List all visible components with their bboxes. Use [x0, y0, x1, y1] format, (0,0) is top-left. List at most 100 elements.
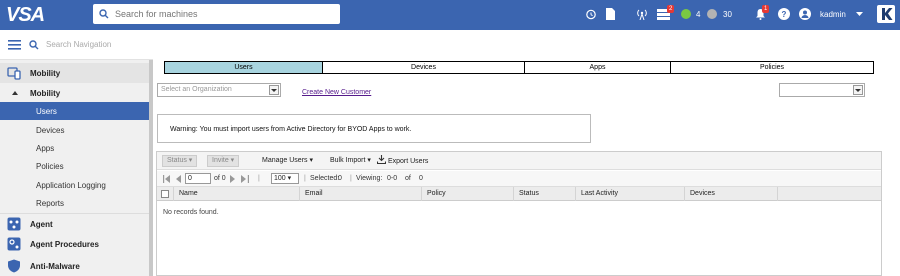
invite-button[interactable]: Invite ▾ [207, 155, 240, 167]
sidebar-item-apps[interactable]: Apps [0, 139, 149, 157]
sidebar-module-label: Agent Procedures [30, 240, 99, 249]
machine-search-input[interactable] [115, 7, 330, 21]
viewing-total: 0 [419, 175, 423, 182]
online-count: 4 [696, 10, 701, 19]
dropdown-arrow-icon [853, 85, 863, 95]
chevron-down-icon[interactable] [856, 12, 863, 17]
svg-text:?: ? [782, 10, 787, 19]
filter-select[interactable] [779, 83, 865, 97]
selected-count: 0 [338, 175, 342, 182]
next-page-icon[interactable] [230, 175, 236, 183]
invite-button-label: Invite [212, 157, 229, 164]
sidebar-item-policies[interactable]: Policies [0, 157, 149, 175]
sidebar-item-users[interactable]: Users [0, 102, 149, 120]
sidebar-item-label: Policies [36, 162, 64, 171]
page-size-value: 100 [274, 175, 286, 182]
manage-users-label: Manage Users [262, 157, 308, 164]
page-total-label: of 0 [214, 175, 226, 182]
network-antenna-icon[interactable] [636, 8, 648, 20]
document-icon[interactable] [605, 8, 615, 20]
prev-page-icon[interactable] [176, 175, 182, 183]
sidebar-item-label: Devices [36, 126, 65, 135]
kaseya-brand-button[interactable] [877, 5, 895, 23]
nav-search-bar: Search Navigation [0, 30, 153, 60]
username-label[interactable]: kadmin [820, 10, 846, 19]
organization-select-value: Select an Organization [161, 86, 232, 93]
nav-search-input[interactable]: Search Navigation [46, 40, 111, 49]
sidebar-module-agent-procedures[interactable]: Agent Procedures [0, 234, 149, 254]
sidebar-group-mobility[interactable]: Mobility [0, 83, 149, 103]
vsa-logo[interactable]: VSA [6, 4, 45, 27]
pager-separator: | [304, 175, 306, 182]
sidebar-group-label: Mobility [30, 89, 61, 98]
user-avatar-icon[interactable] [799, 8, 811, 20]
notifications-badge: 2 [667, 5, 675, 13]
kaseya-logo-icon [882, 8, 893, 20]
tab-bar: Users Devices Apps Policies [164, 61, 874, 74]
column-policy[interactable]: Policy [421, 187, 513, 201]
sidebar: Mobility Mobility Users Devices Apps Pol… [0, 60, 153, 276]
export-users-button[interactable]: Export Users [373, 155, 432, 167]
sidebar-module-label: Anti-Malware [30, 262, 80, 271]
tab-apps[interactable]: Apps [525, 62, 671, 73]
grid-toolbar: Status ▾ Invite ▾ Manage Users ▾ Bulk Im… [157, 152, 881, 170]
first-page-icon[interactable] [163, 175, 171, 183]
column-name[interactable]: Name [173, 187, 299, 201]
no-records-message: No records found. [163, 209, 219, 216]
sidebar-item-reports[interactable]: Reports [0, 194, 149, 212]
manage-users-button[interactable]: Manage Users ▾ [258, 155, 317, 167]
sidebar-module-agent[interactable]: Agent [0, 213, 149, 233]
help-icon[interactable]: ? [778, 8, 790, 20]
status-button[interactable]: Status ▾ [162, 155, 198, 167]
viewing-of-label: of [405, 175, 411, 182]
organization-select[interactable]: Select an Organization [157, 83, 281, 97]
hamburger-menu-icon[interactable] [8, 40, 21, 50]
mobile-devices-icon [7, 67, 21, 80]
agent-procedures-icon [7, 237, 21, 251]
top-bar: VSA 2 4 30 1 ? kadmin [0, 0, 900, 30]
sidebar-item-label: Users [36, 107, 57, 116]
offline-count: 30 [723, 10, 732, 19]
search-icon [99, 9, 109, 19]
sidebar-module-anti-malware[interactable]: Anti-Malware [0, 256, 149, 276]
sidebar-item-label: Application Logging [36, 181, 106, 190]
page-size-select[interactable]: 100 ▾ [271, 173, 299, 184]
grid-header: Name Email Policy Status Last Activity D… [157, 187, 881, 201]
offline-status-dot [707, 9, 717, 19]
column-last-activity[interactable]: Last Activity [575, 187, 684, 201]
sidebar-module-mobility[interactable]: Mobility [0, 63, 149, 83]
selected-label: Selected: [310, 175, 340, 182]
viewing-label: Viewing: [356, 175, 383, 182]
agent-icon [7, 217, 21, 231]
machine-search[interactable] [93, 4, 340, 24]
last-page-icon[interactable] [241, 175, 249, 183]
select-all-checkbox[interactable] [161, 190, 169, 198]
users-grid: Status ▾ Invite ▾ Manage Users ▾ Bulk Im… [156, 151, 882, 276]
pager-separator: | [258, 175, 260, 182]
tab-policies[interactable]: Policies [671, 62, 873, 73]
column-email[interactable]: Email [299, 187, 421, 201]
tab-users[interactable]: Users [165, 62, 323, 73]
sidebar-item-devices[interactable]: Devices [0, 121, 149, 139]
column-spacer [777, 187, 881, 201]
download-icon [376, 155, 387, 165]
bulk-import-button[interactable]: Bulk Import ▾ [326, 155, 375, 167]
shield-icon [8, 259, 20, 273]
tab-devices[interactable]: Devices [323, 62, 525, 73]
create-new-customer-link[interactable]: Create New Customer [302, 89, 371, 96]
search-icon [29, 40, 39, 50]
sidebar-item-application-logging[interactable]: Application Logging [0, 176, 149, 194]
main-content: Users Devices Apps Policies Select an Or… [153, 30, 900, 276]
pager-bar: 0 of 0 | 100 ▾ | Selected: 0 | Viewing: … [157, 171, 881, 187]
column-devices[interactable]: Devices [684, 187, 777, 201]
bulk-import-label: Bulk Import [330, 157, 366, 164]
page-number-input[interactable]: 0 [185, 173, 211, 184]
column-status[interactable]: Status [513, 187, 575, 201]
alarm-clock-icon[interactable] [585, 8, 597, 20]
viewing-range: 0-0 [387, 175, 398, 182]
sidebar-module-label: Agent [30, 220, 53, 229]
sidebar-module-label: Mobility [30, 69, 61, 78]
caret-up-icon [12, 91, 18, 95]
sidebar-item-label: Reports [36, 199, 65, 208]
pager-separator: | [350, 175, 352, 182]
